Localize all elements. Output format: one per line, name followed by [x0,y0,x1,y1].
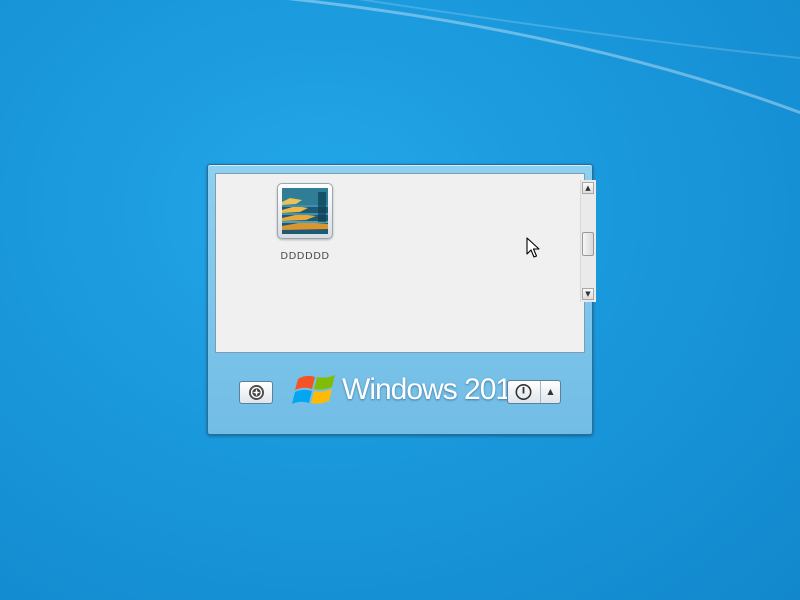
user-avatar[interactable] [277,183,333,239]
scroll-down-button[interactable]: ▼ [582,288,594,300]
shutdown-options-button[interactable]: ▲ [541,381,560,403]
shutdown-button[interactable] [508,381,541,403]
brand-title: Windows 2010 [342,373,508,406]
staircase-photo-icon [282,188,328,234]
login-panel: DDDDDD ▲ ▼ Windows 2010 ▲ [207,164,596,435]
user-list: DDDDDD [215,173,585,353]
windows-flag-icon [292,375,335,404]
scroll-up-button[interactable]: ▲ [582,182,594,194]
ease-of-access-icon [249,385,264,400]
windows-branding: Windows 2010 [292,369,508,413]
ease-of-access-button[interactable] [239,381,273,404]
user-name-label: DDDDDD [280,251,330,262]
power-icon [515,384,532,400]
vertical-scrollbar[interactable]: ▲ ▼ [580,180,596,302]
user-tile[interactable]: DDDDDD [274,183,336,262]
power-button-group[interactable]: ▲ [507,380,561,404]
scroll-thumb[interactable] [582,232,594,256]
